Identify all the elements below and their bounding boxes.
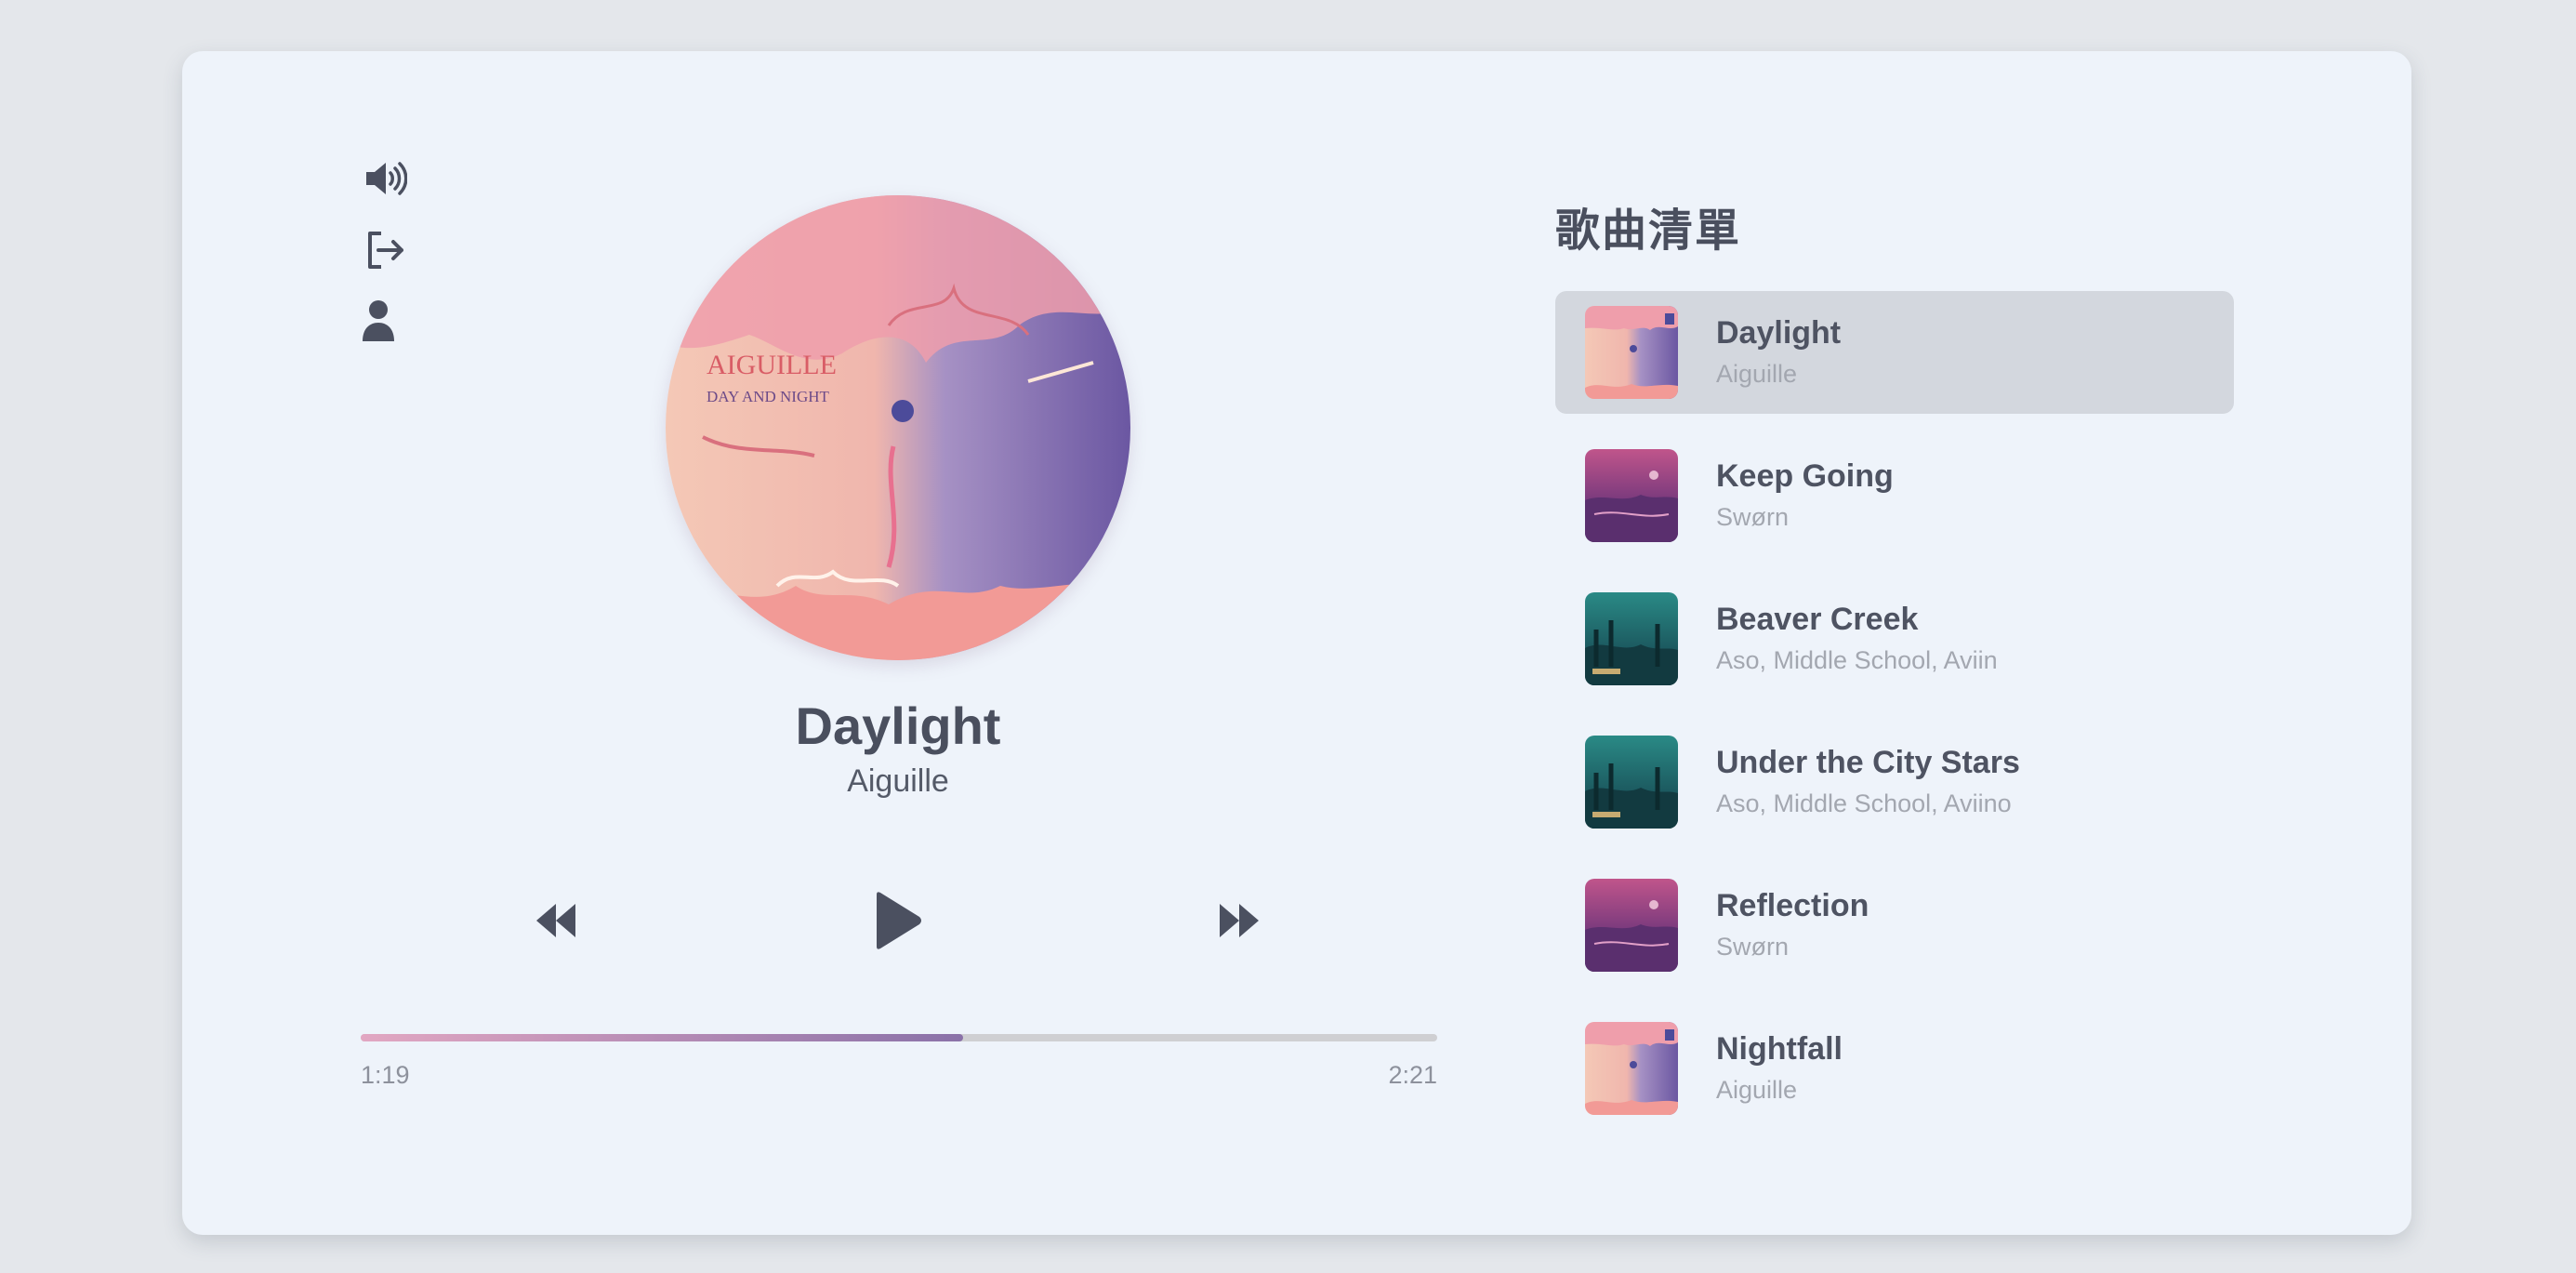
playlist-item-thumbnail	[1585, 736, 1678, 829]
playlist-item-title: Reflection	[1716, 888, 1869, 923]
playlist-item-title: Keep Going	[1716, 458, 1894, 494]
play-button[interactable]	[873, 891, 923, 950]
volume-icon[interactable]	[363, 156, 407, 201]
playlist-item[interactable]: Daylight Aiguille	[1555, 291, 2234, 414]
playlist-item[interactable]: Under the City Stars Aso, Middle School, …	[1555, 721, 2234, 843]
fast-forward-icon	[1220, 904, 1259, 937]
current-time: 1:19	[361, 1061, 410, 1089]
playlist-item-thumbnail	[1585, 879, 1678, 972]
playlist-item-thumbnail	[1585, 449, 1678, 542]
playlist-item-artist: Aso, Middle School, Aviin	[1716, 646, 1998, 674]
user-icon[interactable]	[363, 298, 407, 343]
playlist-heading: 歌曲清單	[1555, 205, 1742, 257]
rewind-icon	[536, 904, 575, 937]
playlist-item[interactable]: Beaver Creek Aso, Middle School, Aviin	[1555, 577, 2234, 700]
progress-bar[interactable]	[361, 1034, 1437, 1041]
cover-album-text: DAY AND NIGHT	[707, 388, 830, 405]
playlist-item-title: Beaver Creek	[1716, 602, 1919, 637]
playlist-item-artist: Aso, Middle School, Aviino	[1716, 789, 2012, 817]
duration-time: 2:21	[1388, 1061, 1437, 1089]
logout-icon[interactable]	[363, 228, 407, 272]
playlist-item-artist: Aiguille	[1716, 360, 1798, 388]
album-cover: AIGUILLE DAY AND NIGHT	[666, 195, 1130, 660]
playlist-item-title: Nightfall	[1716, 1031, 1843, 1067]
playlist-item-artist: Swørn	[1716, 933, 1790, 961]
playlist-item-artist: Aiguille	[1716, 1076, 1798, 1104]
playlist-item-title: Under the City Stars	[1716, 745, 2020, 780]
playlist-item[interactable]: Reflection Swørn	[1555, 864, 2234, 987]
playlist-item[interactable]: Keep Going Swørn	[1555, 434, 2234, 557]
now-playing-title: Daylight	[795, 696, 1001, 755]
next-button[interactable]	[1218, 900, 1261, 941]
now-playing-artist: Aiguille	[847, 763, 949, 799]
playlist-item-artist: Swørn	[1716, 503, 1790, 531]
playlist-item-thumbnail	[1585, 306, 1678, 399]
play-icon	[877, 892, 921, 949]
previous-button[interactable]	[535, 900, 577, 941]
playlist-item-thumbnail	[1585, 1022, 1678, 1115]
album-cover-art: AIGUILLE DAY AND NIGHT	[666, 195, 1130, 660]
playlist-item-title: Daylight	[1716, 315, 1842, 351]
playlist-item-thumbnail	[1585, 592, 1678, 685]
cover-artist-text: AIGUILLE	[707, 350, 837, 380]
playlist-item[interactable]: Nightfall Aiguille	[1555, 1007, 2234, 1130]
progress-fill	[361, 1034, 964, 1041]
